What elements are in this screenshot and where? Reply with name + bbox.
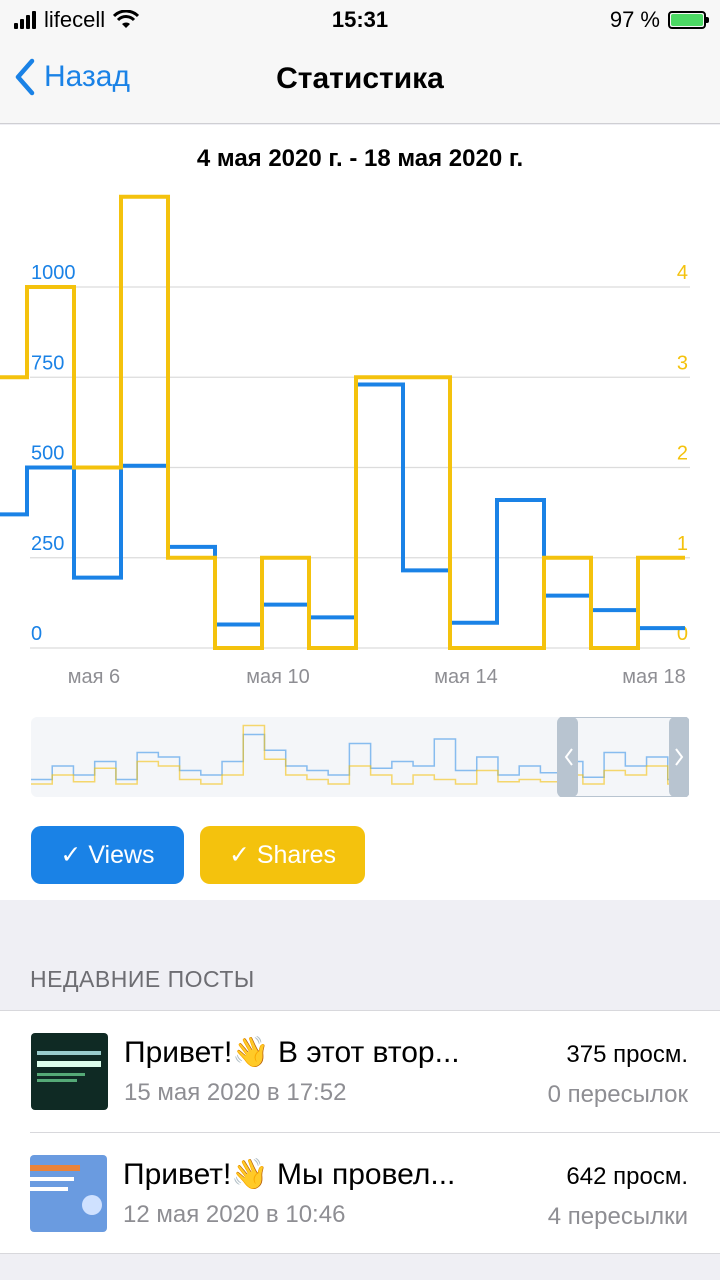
x-tick-label: мая 10 [246, 666, 310, 688]
recent-posts-header: НЕДАВНИЕ ПОСТЫ [30, 966, 255, 992]
x-tick-label: мая 14 [434, 666, 498, 688]
post-title: Привет!👋 Мы провел... [123, 1158, 456, 1191]
y-right-tick-label: 4 [677, 262, 688, 284]
post-row[interactable]: Привет!👋 Мы провел... 12 мая 2020 в 10:4… [30, 1132, 720, 1253]
post-date: 12 мая 2020 в 10:46 [123, 1201, 346, 1228]
nav-bar: Назад Статистика [0, 40, 720, 124]
status-bar: lifecell 15:31 97 % [0, 0, 720, 40]
battery-group: 97 % [609, 7, 709, 33]
views-series-line [0, 382, 685, 631]
post-row[interactable]: Привет!👋 В этот втор... 15 мая 2020 в 17… [0, 1011, 720, 1132]
range-right-handle [669, 717, 689, 797]
x-tick-label: мая 18 [622, 666, 686, 688]
y-left-tick-label: 500 [31, 443, 64, 465]
shares-series-line [0, 194, 685, 650]
views-toggle-button[interactable]: ✓ Views [31, 826, 184, 884]
y-right-tick-label: 1 [677, 533, 688, 555]
post-thumbnail [31, 1033, 108, 1110]
main-chart[interactable]: 0250500750100001234мая 6 мая 10 мая 14 мая … [0, 185, 720, 705]
post-thumbnail [30, 1155, 107, 1232]
range-left-handle [558, 717, 578, 797]
post-title: Привет!👋 В этот втор... [124, 1036, 460, 1069]
post-views: 642 просм. [566, 1163, 688, 1190]
period-title: 4 мая 2020 г. - 18 мая 2020 г. [196, 145, 524, 172]
page-title: Статистика [276, 62, 444, 95]
y-right-tick-label: 3 [677, 352, 688, 374]
y-left-tick-label: 250 [31, 533, 64, 555]
y-left-tick-label: 0 [31, 623, 42, 645]
overview-background [31, 717, 689, 797]
recent-posts-list: Привет!👋 В этот втор... 15 мая 2020 в 17… [0, 1010, 720, 1254]
y-right-tick-label: 2 [677, 443, 688, 465]
x-tick-label: мая 6 [68, 666, 120, 688]
y-left-tick-label: 750 [31, 352, 64, 374]
stats-card: 4 мая 2020 г. - 18 мая 2020 г. 0 250 500 75… [0, 125, 720, 900]
post-views: 375 просм. [566, 1041, 688, 1068]
post-date: 15 мая 2020 в 17:52 [124, 1079, 347, 1106]
post-shares: 0 пересылок [547, 1081, 688, 1108]
battery-icon [668, 11, 709, 29]
post-shares: 4 пересылки [547, 1203, 688, 1230]
y-left-tick-label: 1000 [31, 262, 76, 284]
battery-percent: 97 % [609, 7, 660, 32]
overview-chart[interactable] [31, 717, 689, 797]
shares-toggle-button[interactable]: ✓ Shares [200, 826, 365, 884]
